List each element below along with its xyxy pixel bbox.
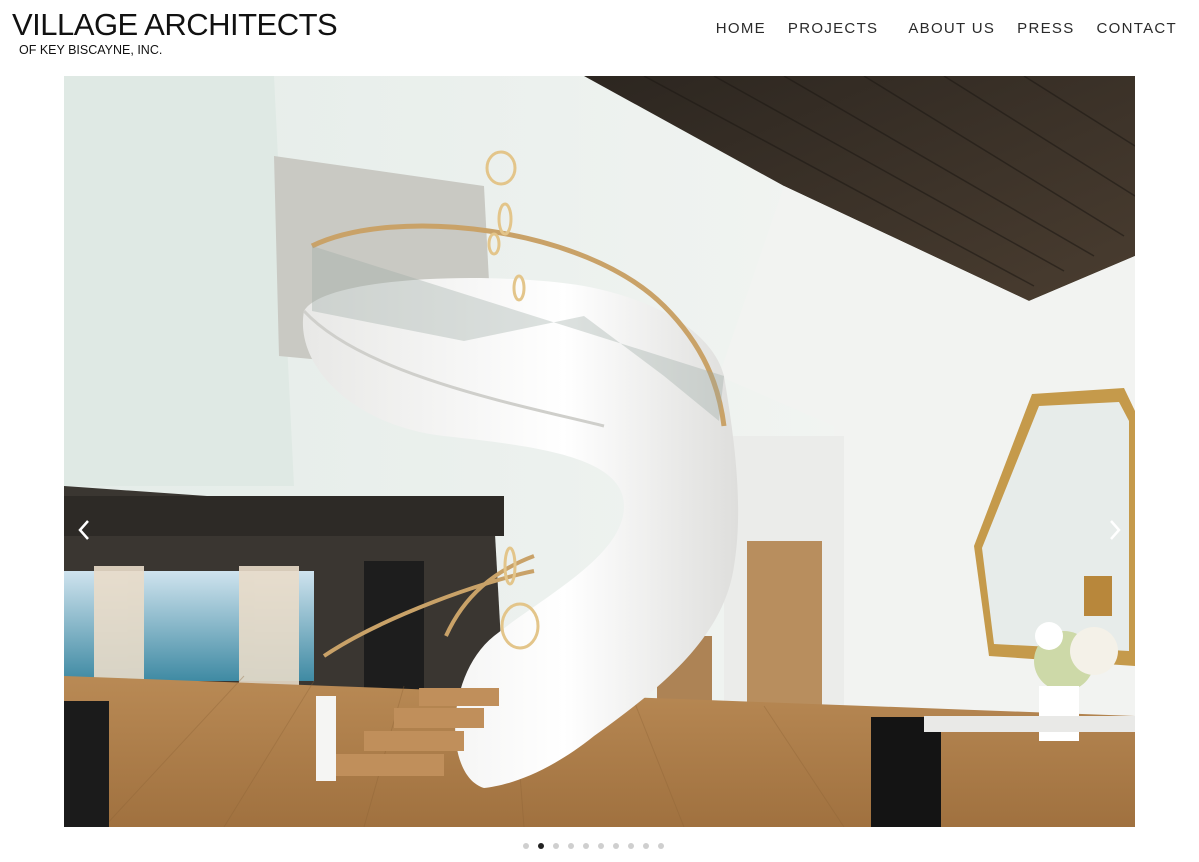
slide-dot[interactable]	[643, 843, 649, 849]
slide-dot[interactable]	[613, 843, 619, 849]
slide-dot[interactable]	[523, 843, 529, 849]
nav-press[interactable]: PRESS	[1017, 20, 1074, 38]
nav-about-us[interactable]: ABOUT US	[908, 20, 995, 38]
site-logo[interactable]: VILLAGE ARCHITECTS OF KEY BISCAYNE, INC.	[12, 6, 338, 57]
logo-subtitle: OF KEY BISCAYNE, INC.	[19, 43, 163, 57]
chevron-left-icon	[78, 520, 89, 540]
slide-dot[interactable]	[538, 843, 544, 849]
hero-slideshow[interactable]	[64, 76, 1135, 827]
slide-image	[64, 76, 1135, 827]
main-nav: HOME PROJECTS ABOUT US PRESS CONTACT	[716, 20, 1177, 38]
slide-dot[interactable]	[628, 843, 634, 849]
prev-slide-button[interactable]	[70, 514, 98, 546]
slide-pagination	[523, 843, 664, 849]
nav-projects[interactable]: PROJECTS	[788, 20, 878, 38]
slide-dot[interactable]	[583, 843, 589, 849]
chevron-right-icon	[1110, 520, 1121, 540]
slide-dot[interactable]	[598, 843, 604, 849]
nav-contact[interactable]: CONTACT	[1097, 20, 1177, 38]
site-header: VILLAGE ARCHITECTS OF KEY BISCAYNE, INC.…	[0, 0, 1199, 76]
next-slide-button[interactable]	[1101, 514, 1129, 546]
slide-dot[interactable]	[658, 843, 664, 849]
nav-home[interactable]: HOME	[716, 20, 766, 38]
logo-title: VILLAGE ARCHITECTS	[12, 7, 338, 42]
slide-dot[interactable]	[553, 843, 559, 849]
slide-dot[interactable]	[568, 843, 574, 849]
